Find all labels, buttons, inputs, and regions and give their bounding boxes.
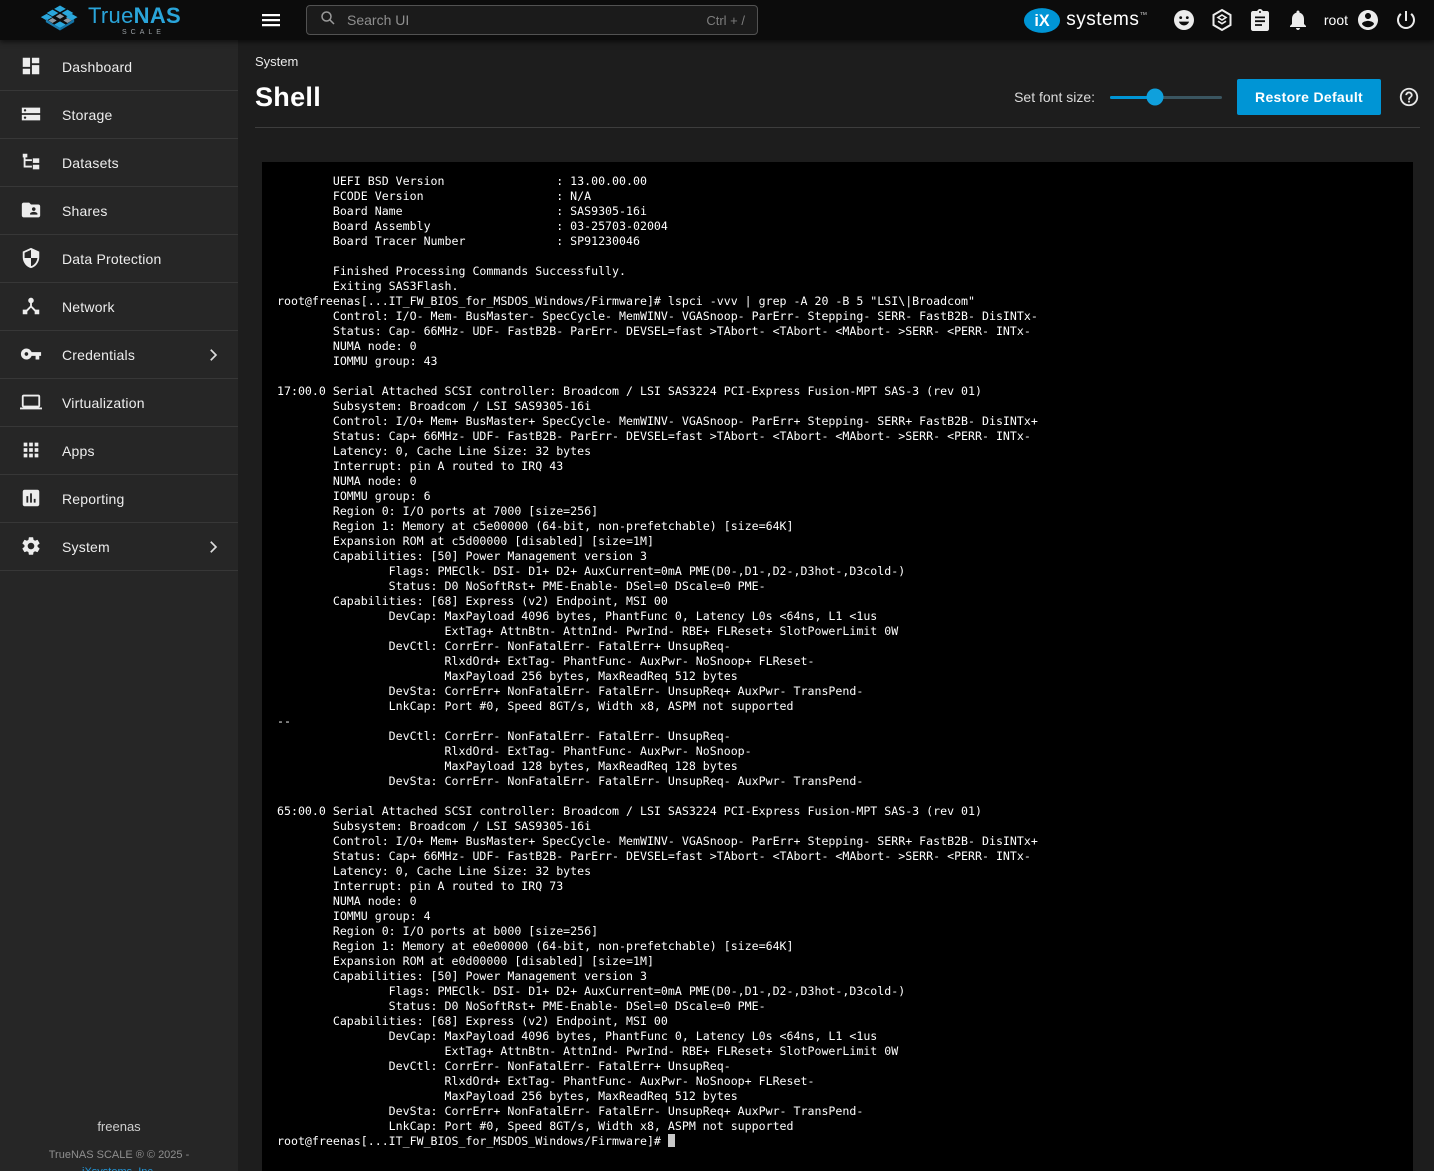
- topbar: TrueNAS SCALE Ctrl + / iX systems™ root: [0, 0, 1434, 40]
- system-icon: [20, 535, 44, 559]
- shares-icon: [20, 199, 44, 223]
- search-box[interactable]: Ctrl + /: [306, 5, 758, 35]
- search-icon: [319, 9, 337, 32]
- search-input[interactable]: [345, 11, 698, 29]
- font-size-slider[interactable]: [1110, 96, 1222, 99]
- sidebar: DashboardStorageDatasetsSharesData Prote…: [0, 40, 238, 1171]
- ixsystems-logo[interactable]: iX systems™: [1023, 7, 1148, 34]
- hostname-label: freenas: [0, 1119, 238, 1134]
- terminal-cursor: [668, 1134, 675, 1147]
- storage-icon: [20, 103, 44, 127]
- power-icon[interactable]: [1394, 8, 1418, 32]
- page-title: Shell: [255, 79, 321, 115]
- jobs-icon[interactable]: [1248, 8, 1272, 32]
- data-protection-icon: [20, 247, 44, 271]
- breadcrumb[interactable]: System: [255, 54, 298, 69]
- chevron-right-icon: [204, 346, 222, 364]
- apps-icon: [20, 439, 44, 463]
- ixsystems-logo-mark: iX: [1023, 7, 1061, 34]
- chevron-right-icon: [204, 538, 222, 556]
- font-size-slider-thumb[interactable]: [1146, 89, 1163, 106]
- sidebar-item-dashboard[interactable]: Dashboard: [0, 43, 238, 91]
- copyright-label: TrueNAS SCALE ® © 2025 -: [0, 1149, 238, 1161]
- help-icon[interactable]: [1398, 86, 1420, 108]
- dashboard-icon: [20, 55, 44, 79]
- menu-hamburger-icon[interactable]: [259, 8, 283, 32]
- truenas-logo-icon: [40, 3, 80, 38]
- shell-terminal[interactable]: UEFI BSD Version : 13.00.00.00 FCODE Ver…: [262, 162, 1413, 1171]
- header-divider: [255, 127, 1420, 128]
- main-content: System Shell Set font size: Restore Defa…: [238, 40, 1434, 1171]
- restore-default-button[interactable]: Restore Default: [1237, 79, 1381, 115]
- svg-text:iX: iX: [1035, 12, 1050, 30]
- brand-wordmark: TrueNAS: [88, 5, 181, 27]
- sidebar-item-credentials[interactable]: Credentials: [0, 331, 238, 379]
- font-size-label: Set font size:: [1014, 89, 1095, 105]
- sidebar-item-shares[interactable]: Shares: [0, 187, 238, 235]
- account-circle-icon[interactable]: [1356, 8, 1380, 32]
- truenas-logo[interactable]: TrueNAS SCALE: [0, 0, 238, 40]
- username-label: root: [1324, 12, 1348, 28]
- sidebar-item-reporting[interactable]: Reporting: [0, 475, 238, 523]
- brand-scale-label: SCALE: [104, 29, 165, 36]
- feedback-icon[interactable]: [1172, 8, 1196, 32]
- topbar-user-icons: [1356, 8, 1418, 32]
- search-shortcut-hint: Ctrl + /: [706, 13, 745, 28]
- reporting-icon: [20, 487, 44, 511]
- virtualization-icon: [20, 391, 44, 415]
- terminal-output: UEFI BSD Version : 13.00.00.00 FCODE Ver…: [277, 174, 1413, 1149]
- ixsystems-logo-text: systems™: [1066, 9, 1148, 31]
- topbar-status-icons: [1172, 8, 1310, 32]
- network-icon: [20, 295, 44, 319]
- sidebar-item-data-protection[interactable]: Data Protection: [0, 235, 238, 283]
- sidebar-item-network[interactable]: Network: [0, 283, 238, 331]
- datasets-icon: [20, 151, 44, 175]
- truecommand-icon[interactable]: [1210, 8, 1234, 32]
- ixsystems-link[interactable]: iXsystems, Inc.: [0, 1166, 238, 1171]
- sidebar-item-system[interactable]: System: [0, 523, 238, 571]
- sidebar-nav: DashboardStorageDatasetsSharesData Prote…: [0, 43, 238, 571]
- page-header: System Shell Set font size: Restore Defa…: [238, 40, 1434, 127]
- sidebar-item-datasets[interactable]: Datasets: [0, 139, 238, 187]
- alerts-icon[interactable]: [1286, 8, 1310, 32]
- sidebar-item-storage[interactable]: Storage: [0, 91, 238, 139]
- sidebar-footer: freenas TrueNAS SCALE ® © 2025 - iXsyste…: [0, 1119, 238, 1171]
- credentials-icon: [20, 343, 44, 367]
- font-size-toolbar: Set font size: Restore Default: [1014, 79, 1420, 115]
- sidebar-item-apps[interactable]: Apps: [0, 427, 238, 475]
- sidebar-item-virtualization[interactable]: Virtualization: [0, 379, 238, 427]
